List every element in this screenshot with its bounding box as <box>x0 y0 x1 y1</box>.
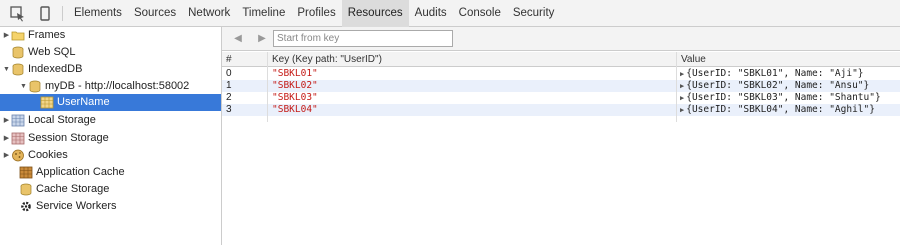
database-icon <box>11 46 25 59</box>
row-index: 3 <box>226 104 232 115</box>
tab-resources[interactable]: Resources <box>341 0 409 27</box>
next-page-icon[interactable]: ▶ <box>255 32 269 46</box>
row-value: ▶ {UserID: "SBKL03", Name: "Shantu"} <box>680 92 881 103</box>
sidebar-item-cache-storage[interactable]: Cache Storage <box>19 181 109 198</box>
folder-icon <box>11 29 25 42</box>
row-index: 1 <box>226 80 232 91</box>
row-index: 0 <box>226 68 232 79</box>
toolbar-divider <box>62 6 63 21</box>
table-row[interactable]: 1 "SBKL02" ▶ {UserID: "SBKL02", Name: "An… <box>222 80 900 92</box>
sidebar-item-service-workers[interactable]: Service Workers <box>19 198 116 215</box>
object-store-icon <box>40 96 54 109</box>
tab-profiles[interactable]: Profiles <box>291 0 341 27</box>
tab-console[interactable]: Console <box>453 0 507 27</box>
database-icon <box>28 80 42 93</box>
expand-arrow-icon[interactable]: ▶ <box>680 94 684 102</box>
collapse-arrow-icon[interactable]: ▼ <box>19 78 28 95</box>
tab-timeline[interactable]: Timeline <box>236 0 291 27</box>
sidebar-item-indexeddb[interactable]: ▼ IndexedDB <box>2 61 82 78</box>
panel-tabs: Elements Sources Network Timeline Profil… <box>68 0 560 27</box>
gear-icon <box>19 200 33 213</box>
database-icon <box>19 183 33 196</box>
tab-security[interactable]: Security <box>507 0 561 27</box>
sidebar-item-username[interactable]: UserName <box>40 94 110 111</box>
table-row[interactable]: 0 "SBKL01" ▶ {UserID: "SBKL01", Name: "Aj… <box>222 68 900 80</box>
column-header-value[interactable]: Value <box>681 52 706 67</box>
expand-arrow-icon[interactable]: ▶ <box>680 70 684 78</box>
table-row[interactable]: 3 "SBKL04" ▶ {UserID: "SBKL04", Name: "Ag… <box>222 104 900 116</box>
database-icon <box>11 63 25 76</box>
row-key: "SBKL04" <box>272 104 318 115</box>
sidebar-item-label: UserName <box>57 96 110 108</box>
grid-storage-icon <box>11 132 25 145</box>
tab-sources[interactable]: Sources <box>128 0 182 27</box>
sidebar-item-label: Application Cache <box>36 166 125 178</box>
sidebar-item-label: Cookies <box>28 149 68 161</box>
cookie-icon <box>11 149 25 162</box>
previous-page-icon[interactable]: ◀ <box>231 32 245 46</box>
selection-highlight <box>0 94 221 111</box>
row-key: "SBKL03" <box>272 92 318 103</box>
sidebar-item-label: Local Storage <box>28 114 96 126</box>
column-header-num[interactable]: # <box>226 52 232 67</box>
sidebar-item-label: Web SQL <box>28 46 76 58</box>
devtools-toolbar: Elements Sources Network Timeline Profil… <box>0 0 900 27</box>
row-key: "SBKL02" <box>272 80 318 91</box>
expand-arrow-icon[interactable]: ▶ <box>680 82 684 90</box>
data-grid-toolbar: ◀ ▶ <box>222 27 900 51</box>
expand-arrow-icon[interactable]: ▶ <box>2 147 11 164</box>
sidebar-item-label: myDB - http://localhost:58002 <box>45 80 190 92</box>
grid-storage-icon <box>11 114 25 127</box>
expand-arrow-icon[interactable]: ▶ <box>2 112 11 129</box>
row-value: ▶ {UserID: "SBKL04", Name: "Aghil"} <box>680 104 875 115</box>
row-value: ▶ {UserID: "SBKL02", Name: "Ansu"} <box>680 80 870 91</box>
tab-elements[interactable]: Elements <box>68 0 128 27</box>
sidebar-item-mydb[interactable]: ▼ myDB - http://localhost:58002 <box>19 78 189 95</box>
sidebar-item-cookies[interactable]: ▶ Cookies <box>2 147 68 164</box>
sidebar-item-label: Frames <box>28 29 66 41</box>
object-store-grid: # Key (Key path: "UserID") Value 0 "SBKL… <box>222 52 900 245</box>
start-from-key-input[interactable] <box>273 30 453 47</box>
tab-network[interactable]: Network <box>182 0 236 27</box>
tab-audits[interactable]: Audits <box>409 0 453 27</box>
row-index: 2 <box>226 92 232 103</box>
column-divider[interactable] <box>676 52 677 122</box>
row-value: ▶ {UserID: "SBKL01", Name: "Aji"} <box>680 68 864 79</box>
app-cache-icon <box>19 166 33 179</box>
expand-arrow-icon[interactable]: ▶ <box>2 130 11 147</box>
column-divider[interactable] <box>267 52 268 122</box>
grid-header: # Key (Key path: "UserID") Value <box>222 52 900 67</box>
sidebar-item-app-cache[interactable]: Application Cache <box>19 164 125 181</box>
sidebar-item-session-storage[interactable]: ▶ Session Storage <box>2 130 109 147</box>
collapse-arrow-icon[interactable]: ▼ <box>2 61 11 78</box>
sidebar-item-websql[interactable]: Web SQL <box>11 44 76 61</box>
expand-arrow-icon[interactable]: ▶ <box>680 106 684 114</box>
table-row[interactable]: 2 "SBKL03" ▶ {UserID: "SBKL03", Name: "Sh… <box>222 92 900 104</box>
inspect-element-icon[interactable] <box>9 5 27 22</box>
sidebar-item-label: Session Storage <box>28 132 109 144</box>
device-mode-icon[interactable] <box>36 5 54 22</box>
sidebar-item-local-storage[interactable]: ▶ Local Storage <box>2 112 96 129</box>
sidebar-item-frames[interactable]: ▶ Frames <box>2 27 65 44</box>
sidebar-item-label: Cache Storage <box>36 183 110 195</box>
resources-sidebar: ▶ Frames Web SQL ▼ IndexedDB ▼ myDB - ht… <box>0 27 222 245</box>
row-key: "SBKL01" <box>272 68 318 79</box>
expand-arrow-icon[interactable]: ▶ <box>2 27 11 44</box>
sidebar-item-label: Service Workers <box>36 200 117 212</box>
sidebar-item-label: IndexedDB <box>28 63 83 75</box>
column-header-key[interactable]: Key (Key path: "UserID") <box>272 52 382 67</box>
